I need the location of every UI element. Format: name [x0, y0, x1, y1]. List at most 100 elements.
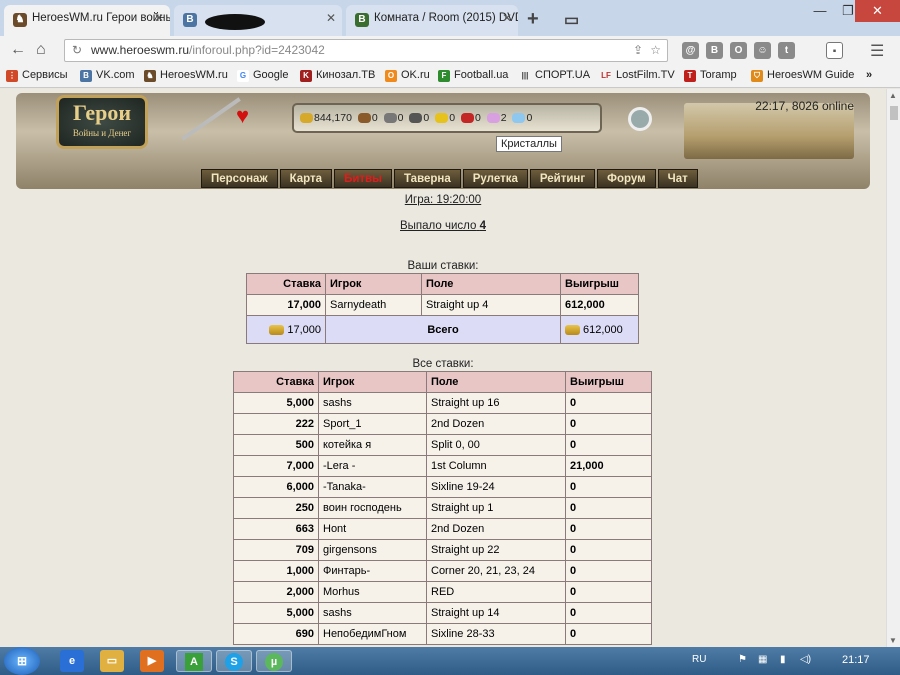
- menu-tavern[interactable]: Таверна: [393, 169, 461, 188]
- bookmark-ok[interactable]: О OK.ru: [385, 69, 430, 82]
- tab-room-dvd[interactable]: B Комната / Room (2015) DVD ✕: [346, 5, 518, 36]
- bookmark-sport[interactable]: ||| СПОРТ.UA: [519, 69, 590, 82]
- result-link[interactable]: Выпало число 4: [400, 220, 486, 232]
- apps-grid-icon: ⋮: [6, 70, 18, 82]
- minimize-icon[interactable]: —: [806, 0, 834, 22]
- menu-forum[interactable]: Форум: [597, 169, 656, 188]
- close-tab-icon[interactable]: ✕: [502, 11, 512, 25]
- menu-map[interactable]: Карта: [279, 169, 333, 188]
- clock-icon[interactable]: [628, 107, 652, 131]
- scroll-down-icon[interactable]: ▼: [889, 636, 897, 645]
- bookmark-google[interactable]: G Google: [237, 69, 288, 82]
- bookmark-kinozal[interactable]: K Кинозал.ТВ: [300, 69, 375, 82]
- twitter-extension-icon[interactable]: t: [778, 42, 795, 59]
- home-icon[interactable]: ⌂: [36, 41, 46, 59]
- bookmark-toramp[interactable]: T Toramp: [684, 69, 737, 82]
- menu-chat[interactable]: Чат: [657, 169, 698, 188]
- sword-decoration: [181, 97, 241, 141]
- table-row: 500 котейка я Split 0, 00 0: [233, 434, 652, 456]
- heart-icon[interactable]: ♥: [236, 103, 249, 129]
- volume-icon[interactable]: ◁): [800, 654, 811, 665]
- field-cell: Straight up 1: [426, 497, 566, 519]
- bet-cell: 663: [233, 518, 319, 540]
- field-cell: 2nd Dozen: [426, 413, 566, 435]
- menu-character[interactable]: Персонаж: [201, 169, 278, 188]
- game-time-link[interactable]: Игра: 19:20:00: [405, 194, 481, 206]
- close-tab-icon[interactable]: ✕: [154, 11, 164, 25]
- tray-flag-icon[interactable]: ⚑: [738, 654, 747, 665]
- sulfur-icon: [435, 113, 449, 124]
- online-counter: 22:17, 8026 online: [755, 99, 854, 113]
- ie-icon[interactable]: e: [60, 650, 84, 672]
- menu-battles[interactable]: Битвы: [334, 169, 392, 188]
- crystal-resource: 0: [460, 112, 481, 124]
- bookmark-football[interactable]: F Football.ua: [438, 69, 508, 82]
- tab-heroeswm[interactable]: ♞ HeroesWM.ru Герои войны ✕: [4, 5, 170, 36]
- field-cell: Sixline 19-24: [426, 476, 566, 498]
- tray-network-icon[interactable]: ▦: [758, 654, 767, 665]
- bet-cell: 250: [233, 497, 319, 519]
- bookmarks-bar: ⋮ Сервисы В VK.com ♞ HeroesWM.ru G Google KК…: [0, 66, 900, 88]
- ok-extension-icon[interactable]: О: [730, 42, 747, 59]
- utorrent-icon[interactable]: µ: [256, 650, 292, 672]
- mercury-resource: 0: [409, 112, 429, 124]
- field-cell: RED: [426, 581, 566, 603]
- ore-icon: [383, 113, 397, 124]
- ore-resource: 0: [383, 112, 404, 124]
- mercury-icon: [409, 113, 423, 124]
- vertical-scrollbar[interactable]: ▲ ▼: [886, 89, 900, 647]
- skype-icon[interactable]: S: [216, 650, 252, 672]
- gold-icon: [269, 324, 285, 335]
- sulfur-resource: 0: [435, 112, 455, 124]
- table-row: 17,000 Sarnydeath Straight up 4 612,000: [246, 294, 639, 316]
- ok-icon: О: [385, 70, 397, 82]
- my-bets-table: Ставка Игрок Поле Выигрыш 17,000 Sarnyde…: [246, 273, 639, 344]
- back-icon[interactable]: ←: [10, 41, 26, 59]
- start-button[interactable]: ⊞: [4, 647, 40, 675]
- more-bookmarks-icon[interactable]: »: [866, 69, 872, 81]
- player-cell: sashs: [318, 602, 427, 624]
- bookmark-services[interactable]: ⋮ Сервисы: [6, 69, 68, 82]
- scroll-up-icon[interactable]: ▲: [889, 91, 897, 100]
- bet-cell: 5,000: [233, 392, 319, 414]
- scroll-thumb[interactable]: [890, 106, 898, 120]
- share-icon[interactable]: ⇪: [633, 40, 643, 61]
- field-cell: 1st Column: [426, 455, 566, 477]
- language-indicator[interactable]: RU: [692, 654, 706, 665]
- game-logo[interactable]: Герои Войны и Денег: [56, 95, 148, 149]
- tray-power-icon[interactable]: ▮: [780, 654, 786, 665]
- table-row: 5,000 sashs Straight up 16 0: [233, 392, 652, 414]
- chat-extension-icon[interactable]: ▪: [826, 42, 843, 59]
- bookmark-heroeswm-guide[interactable]: ⛉ HeroesWM Guide: [751, 69, 854, 82]
- bet-cell: 6,000: [233, 476, 319, 498]
- taskbar-app-a-icon[interactable]: A: [176, 650, 212, 672]
- table-row: 1,000 Финтарь- Corner 20, 21, 23, 24 0: [233, 560, 652, 582]
- media-player-icon[interactable]: ▶: [140, 650, 164, 672]
- close-tab-icon[interactable]: ✕: [326, 11, 336, 25]
- result-line: Выпало число 4: [0, 220, 886, 232]
- explorer-folder-icon[interactable]: ▭: [100, 650, 124, 672]
- tab-overview-icon[interactable]: ▭: [564, 10, 579, 30]
- bookmark-star-icon[interactable]: ☆: [650, 40, 661, 61]
- player-cell: воин господень: [318, 497, 427, 519]
- table-header-row: Ставка Игрок Поле Выигрыш: [246, 273, 639, 295]
- gems-icon: [486, 113, 500, 124]
- smiley-extension-icon[interactable]: ☺: [754, 42, 771, 59]
- taskbar-clock[interactable]: 21:17: [842, 654, 870, 666]
- reload-icon[interactable]: ↻: [72, 40, 82, 61]
- bookmark-vk[interactable]: В VK.com: [80, 69, 135, 82]
- window-close-icon[interactable]: ✕: [855, 0, 900, 22]
- vk-extension-icon[interactable]: В: [706, 42, 723, 59]
- bet-cell: 5,000: [233, 602, 319, 624]
- address-bar[interactable]: ↻ www.heroeswm.ru/inforoul.php?id=242304…: [64, 39, 668, 62]
- player-cell: girgensons: [318, 539, 427, 561]
- menu-icon[interactable]: ☰: [870, 41, 884, 61]
- win-cell: 0: [565, 581, 652, 603]
- new-tab-icon[interactable]: +: [527, 8, 539, 31]
- bookmark-heroeswm[interactable]: ♞ HeroesWM.ru: [144, 69, 228, 82]
- bookmark-lostfilm[interactable]: LF LostFilm.TV: [600, 69, 675, 82]
- result-number: 4: [479, 220, 486, 232]
- menu-rating[interactable]: Рейтинг: [529, 169, 596, 188]
- mail-extension-icon[interactable]: @: [682, 42, 699, 59]
- menu-roulette[interactable]: Рулетка: [462, 169, 528, 188]
